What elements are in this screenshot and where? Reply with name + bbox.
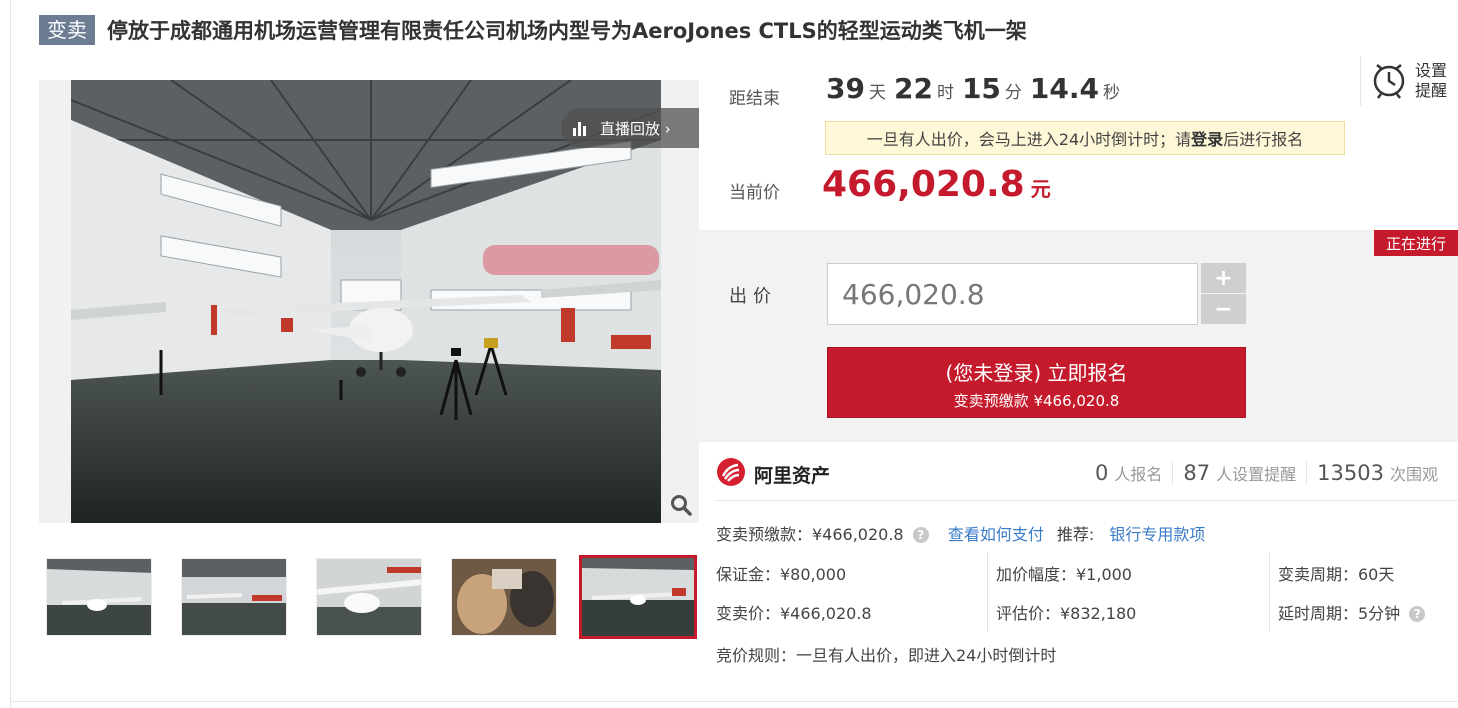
register-button-deposit: 变卖预缴款 ¥466,020.8 [953,392,1120,410]
grid-divider [987,552,988,632]
thumbnail-5-active[interactable] [579,555,697,639]
sale-type-badge: 变卖 [39,15,95,45]
countdown-seconds-unit: 秒 [1103,83,1120,103]
prepay-row: 变卖预缴款：¥466,020.8 ? 查看如何支付 推荐: 银行专用款项 [716,521,1205,545]
bid-panel: 正在进行 出价 466,020.8 + − (您未登录) 立即报名 变卖预缴款 … [699,230,1458,442]
view-count-label: 次围观 [1389,465,1438,484]
frame-left-border [10,0,11,708]
prepay-amount: 变卖预缴款：¥466,020.8 [716,525,904,544]
set-reminder-label: 设置 提醒 [1415,61,1447,101]
how-to-pay-link[interactable]: 查看如何支付 [948,525,1044,544]
live-replay-button[interactable]: 直播回放 › [561,108,699,148]
bank-account-link[interactable]: 银行专用款项 [1109,525,1205,544]
countdown-label: 距结束 [729,89,780,109]
signup-count: 0 [1095,461,1109,485]
thumbnail-3[interactable] [316,558,422,636]
question-mark-icon[interactable]: ? [912,527,929,543]
ali-assets-logo-icon [716,457,746,491]
frame-bottom-border [10,701,1458,702]
thumbnail-1[interactable] [46,558,152,636]
appraisal-info: 评估价：¥832,180 [996,604,1137,623]
question-mark-icon[interactable]: ? [1409,606,1426,622]
current-price: 466,020.8 元 [822,164,1051,205]
countdown-days: 39 [826,72,865,105]
bid-label: 出价 [729,286,777,307]
increase-bid-button[interactable]: + [1201,263,1246,293]
decrease-bid-button[interactable]: − [1201,294,1246,324]
notice-login-link[interactable]: 登录 [1191,126,1223,150]
increment-info: 加价幅度：¥1,000 [996,565,1132,584]
thumbnail-4[interactable] [451,558,557,636]
reminder-count-label: 人设置提醒 [1216,465,1297,484]
countdown-minutes-unit: 分 [1004,83,1022,103]
notice-text-before: 一旦有人出价，会马上进入24小时倒计时；请 [866,130,1192,149]
current-price-unit: 元 [1030,177,1051,201]
countdown-timer: 39 天 22 时 15 分 14.4 秒 [826,72,1128,105]
signup-count-label: 人报名 [1114,465,1163,484]
thumbnail-2[interactable] [181,558,287,636]
delay-period-row: 延时周期：5分钟 ? [1278,600,1426,624]
sale-period-info: 变卖周期：60天 [1278,565,1395,584]
deposit-info: 保证金：¥80,000 [716,565,847,584]
current-price-label: 当前价 [729,183,780,203]
delay-period-info: 延时周期：5分钟 [1278,604,1401,623]
page-title: 停放于成都通用机场运营管理有限责任公司机场内型号为AeroJones CTLS的… [107,19,1027,43]
set-reminder-button[interactable]: 设置 提醒 [1360,56,1458,106]
recommend-label: 推荐: [1056,525,1095,544]
brand-name: 阿里资产 [754,464,831,487]
status-badge: 正在进行 [1374,230,1458,256]
divider [716,500,1458,501]
bidding-rule-info: 竞价规则：一旦有人出价，即进入24小时倒计时 [716,646,1057,665]
title-row: 变卖 停放于成都通用机场运营管理有限责任公司机场内型号为AeroJones CT… [39,14,1027,46]
stats-bar: 0 人报名 87 人设置提醒 13503 次围观 [1085,458,1448,488]
signup-count-stat: 0 人报名 [1085,461,1172,485]
reminder-count-stat: 87 人设置提醒 [1172,461,1306,485]
view-count-stat: 13503 次围观 [1306,461,1448,485]
set-reminder-line2: 提醒 [1415,81,1448,100]
countdown-hours-unit: 时 [936,83,954,103]
view-count: 13503 [1317,461,1384,485]
bid-amount-input[interactable]: 466,020.8 [827,263,1198,325]
notice-text-after: 后进行报名 [1223,130,1304,149]
bar-chart-icon [573,120,586,136]
register-bid-button[interactable]: (您未登录) 立即报名 变卖预缴款 ¥466,020.8 [827,347,1246,418]
countdown-seconds: 14.4 [1029,72,1099,105]
live-replay-label: 直播回放 › [600,119,671,138]
countdown-hours: 22 [893,72,933,105]
main-image-viewer[interactable]: 直播回放 › [39,80,699,523]
current-price-value: 466,020.8 [822,164,1025,205]
countdown-days-unit: 天 [868,83,886,103]
sale-price-info: 变卖价：¥466,020.8 [716,604,872,623]
bid-notice: 一旦有人出价，会马上进入24小时倒计时；请 登录 后进行报名 [825,121,1345,155]
reminder-count: 87 [1183,461,1211,485]
magnifier-icon[interactable] [663,487,699,523]
countdown-minutes: 15 [961,72,1001,105]
grid-divider [1269,552,1270,632]
set-reminder-line1: 设置 [1415,61,1448,80]
ali-assets-brand[interactable]: 阿里资产 [716,457,830,491]
alarm-clock-icon [1371,59,1407,103]
register-button-label: (您未登录) 立即报名 [945,361,1128,385]
